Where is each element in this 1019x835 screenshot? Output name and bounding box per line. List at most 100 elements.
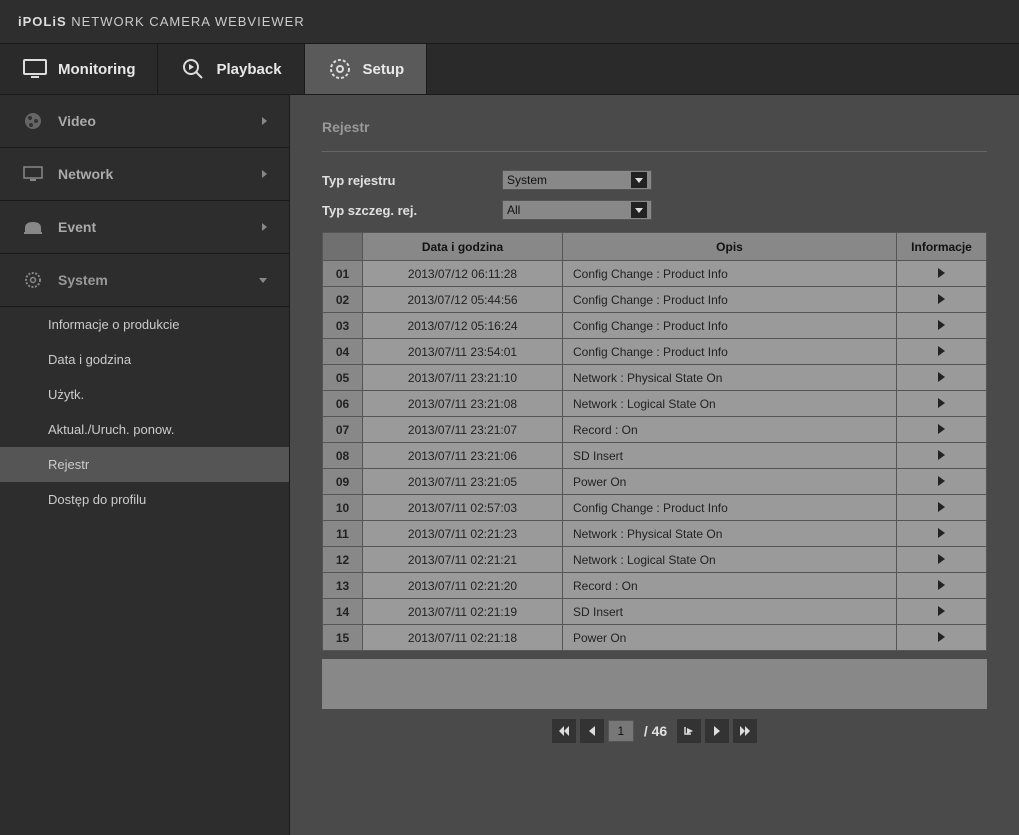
log-subtype-select[interactable]: All: [502, 200, 652, 220]
table-row: 092013/07/11 23:21:05Power On: [323, 469, 987, 495]
sidebar-item-event[interactable]: Event: [0, 201, 289, 254]
row-index: 02: [323, 287, 363, 313]
row-desc: Network : Physical State On: [563, 365, 897, 391]
row-desc: Network : Physical State On: [563, 521, 897, 547]
row-desc: Power On: [563, 469, 897, 495]
brand-text: iPOLiS: [18, 14, 67, 29]
table-row: 082013/07/11 23:21:06SD Insert: [323, 443, 987, 469]
row-datetime: 2013/07/11 02:21:23: [363, 521, 563, 547]
play-icon: [938, 554, 945, 564]
row-index: 03: [323, 313, 363, 339]
pager-prev-button[interactable]: [580, 719, 604, 743]
pager-first-button[interactable]: [552, 719, 576, 743]
row-info-button[interactable]: [897, 495, 987, 521]
header-title: NETWORK CAMERA WEBVIEWER: [71, 14, 304, 29]
row-datetime: 2013/07/11 23:21:07: [363, 417, 563, 443]
pager-next-button[interactable]: [705, 719, 729, 743]
play-icon: [938, 424, 945, 434]
chevron-right-icon: [262, 170, 267, 178]
gear-icon: [327, 56, 353, 82]
row-info-button[interactable]: [897, 365, 987, 391]
row-info-button[interactable]: [897, 573, 987, 599]
row-info-button[interactable]: [897, 469, 987, 495]
row-index: 09: [323, 469, 363, 495]
row-info-button[interactable]: [897, 443, 987, 469]
table-row: 052013/07/11 23:21:10Network : Physical …: [323, 365, 987, 391]
monitor-icon: [22, 56, 48, 82]
tab-setup[interactable]: Setup: [305, 44, 428, 94]
sidebar-item-system[interactable]: System: [0, 254, 289, 307]
row-desc: Network : Logical State On: [563, 547, 897, 573]
row-desc: Config Change : Product Info: [563, 287, 897, 313]
row-index: 12: [323, 547, 363, 573]
table-row: 032013/07/12 05:16:24Config Change : Pro…: [323, 313, 987, 339]
row-desc: Record : On: [563, 417, 897, 443]
sidebar-sub-datetime[interactable]: Data i godzina: [0, 342, 289, 377]
row-info-button[interactable]: [897, 521, 987, 547]
row-index: 08: [323, 443, 363, 469]
row-info-button[interactable]: [897, 625, 987, 651]
row-desc: Config Change : Product Info: [563, 495, 897, 521]
sidebar-sub-profile-access[interactable]: Dostęp do profilu: [0, 482, 289, 517]
sidebar-item-video[interactable]: Video: [0, 95, 289, 148]
row-info-button[interactable]: [897, 391, 987, 417]
pager-current-input[interactable]: [608, 720, 634, 742]
row-datetime: 2013/07/11 02:21:21: [363, 547, 563, 573]
row-desc: Power On: [563, 625, 897, 651]
play-icon: [938, 606, 945, 616]
chevron-right-icon: [262, 223, 267, 231]
sidebar-item-network[interactable]: Network: [0, 148, 289, 201]
play-icon: [938, 450, 945, 460]
row-datetime: 2013/07/11 02:21:18: [363, 625, 563, 651]
row-info-button[interactable]: [897, 599, 987, 625]
row-desc: Network : Logical State On: [563, 391, 897, 417]
table-row: 142013/07/11 02:21:19SD Insert: [323, 599, 987, 625]
dropdown-arrow-icon: [631, 172, 647, 188]
row-desc: SD Insert: [563, 443, 897, 469]
row-desc: SD Insert: [563, 599, 897, 625]
row-datetime: 2013/07/11 02:57:03: [363, 495, 563, 521]
row-datetime: 2013/07/12 06:11:28: [363, 261, 563, 287]
dropdown-arrow-icon: [631, 202, 647, 218]
table-row: 012013/07/12 06:11:28Config Change : Pro…: [323, 261, 987, 287]
play-icon: [938, 320, 945, 330]
sidebar-sub-log[interactable]: Rejestr: [0, 447, 289, 482]
sidebar-sub-product-info[interactable]: Informacje o produkcie: [0, 307, 289, 342]
table-row: 072013/07/11 23:21:07Record : On: [323, 417, 987, 443]
row-info-button[interactable]: [897, 261, 987, 287]
row-index: 10: [323, 495, 363, 521]
play-icon: [938, 346, 945, 356]
table-row: 102013/07/11 02:57:03Config Change : Pro…: [323, 495, 987, 521]
row-index: 11: [323, 521, 363, 547]
chevron-right-icon: [262, 117, 267, 125]
pager-last-button[interactable]: [733, 719, 757, 743]
log-type-select[interactable]: System: [502, 170, 652, 190]
row-index: 14: [323, 599, 363, 625]
row-info-button[interactable]: [897, 287, 987, 313]
row-index: 07: [323, 417, 363, 443]
row-datetime: 2013/07/11 23:21:05: [363, 469, 563, 495]
row-info-button[interactable]: [897, 313, 987, 339]
tab-playback[interactable]: Playback: [158, 44, 304, 94]
row-info-button[interactable]: [897, 339, 987, 365]
row-index: 04: [323, 339, 363, 365]
row-datetime: 2013/07/12 05:44:56: [363, 287, 563, 313]
row-info-button[interactable]: [897, 417, 987, 443]
log-footer-bar: [322, 659, 987, 709]
tab-monitoring[interactable]: Monitoring: [0, 44, 158, 94]
app-header: iPOLiS NETWORK CAMERA WEBVIEWER: [0, 0, 1019, 44]
play-icon: [938, 398, 945, 408]
play-icon: [938, 502, 945, 512]
pager-total: / 46: [644, 723, 667, 739]
sidebar-sub-upgrade[interactable]: Aktual./Uruch. ponow.: [0, 412, 289, 447]
pager-go-button[interactable]: [677, 719, 701, 743]
table-row: 062013/07/11 23:21:08Network : Logical S…: [323, 391, 987, 417]
sidebar-sub-user[interactable]: Użytk.: [0, 377, 289, 412]
table-row: 122013/07/11 02:21:21Network : Logical S…: [323, 547, 987, 573]
row-index: 15: [323, 625, 363, 651]
play-icon: [938, 294, 945, 304]
row-index: 06: [323, 391, 363, 417]
row-info-button[interactable]: [897, 547, 987, 573]
page-title: Rejestr: [322, 119, 987, 152]
network-icon: [22, 163, 44, 185]
